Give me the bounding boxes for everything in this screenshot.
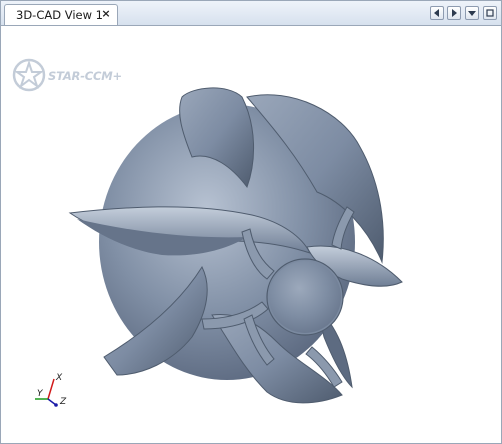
tab-scroll-left-button[interactable] xyxy=(430,6,444,20)
square-icon xyxy=(486,9,494,17)
axis-x-label: X xyxy=(55,373,63,383)
impeller-model[interactable] xyxy=(42,57,422,417)
tab-label: 3D-CAD View 1 xyxy=(16,8,103,22)
cad-view-window: 3D-CAD View 1 × STAR-CCM+ X Y Z xyxy=(0,0,502,444)
axis-z-label: Z xyxy=(59,397,67,407)
tab-3d-cad-view[interactable]: 3D-CAD View 1 × xyxy=(4,4,118,25)
axis-triad-icon: X Y Z xyxy=(35,373,67,407)
tab-scroll-right-button[interactable] xyxy=(447,6,461,20)
close-icon[interactable]: × xyxy=(100,8,112,20)
triangle-left-icon xyxy=(434,9,439,17)
tab-bar: 3D-CAD View 1 × xyxy=(1,1,501,26)
tab-list-menu-button[interactable] xyxy=(465,6,479,20)
triangle-down-icon xyxy=(468,11,476,16)
3d-viewport[interactable]: STAR-CCM+ X Y Z xyxy=(2,27,500,441)
axis-y-label: Y xyxy=(37,389,44,399)
maximize-button[interactable] xyxy=(483,6,497,20)
triangle-right-icon xyxy=(452,9,457,17)
